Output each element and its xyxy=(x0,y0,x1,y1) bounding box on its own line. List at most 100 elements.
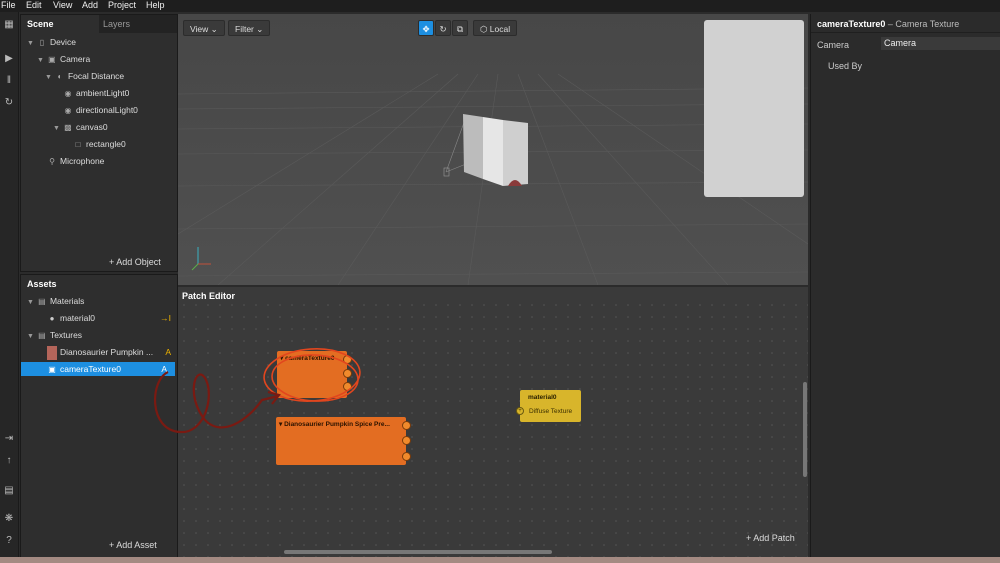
output-port[interactable] xyxy=(343,369,352,378)
light-icon: ◉ xyxy=(64,89,72,98)
bug-icon[interactable]: ❋ xyxy=(2,512,16,526)
sphere-icon: ● xyxy=(49,314,55,323)
collapse-arrow-icon[interactable]: ▼ xyxy=(27,299,34,306)
output-port[interactable] xyxy=(402,436,411,445)
inspector-title-type: – Camera Texture xyxy=(885,19,960,29)
local-toggle[interactable]: ⬡ Local xyxy=(473,20,518,36)
add-asset-button[interactable]: + Add Asset xyxy=(109,540,157,550)
tree-item-rectangle[interactable]: □ rectangle0 xyxy=(73,137,126,151)
local-label: Local xyxy=(489,24,511,34)
asset-badge: A xyxy=(165,347,171,357)
asset-label: Dianosaurier Pumpkin ... xyxy=(60,347,154,357)
tree-item-microphone[interactable]: ⚲ Microphone xyxy=(47,154,104,168)
view-dropdown[interactable]: View ⌄ xyxy=(183,20,225,36)
asset-label: material0 xyxy=(60,313,95,323)
tree-item-ambientlight[interactable]: ◉ ambientLight0 xyxy=(63,86,130,100)
canvas-icon: ▩ xyxy=(64,123,72,132)
collapse-arrow-icon[interactable]: ▼ xyxy=(53,125,60,132)
tree-item-canvas[interactable]: ▼ ▩ canvas0 xyxy=(53,120,108,134)
os-dock xyxy=(0,557,1000,563)
add-object-button[interactable]: + Add Object xyxy=(109,257,161,267)
tree-item-label: Camera xyxy=(59,54,91,64)
collapse-arrow-icon[interactable]: ▼ xyxy=(37,57,44,64)
input-port[interactable]: + xyxy=(516,407,524,415)
folder-label: Materials xyxy=(49,296,85,306)
camera-texture-node[interactable]: ▾ cameraTexture0 xyxy=(277,351,352,398)
camera-select[interactable]: Camera xyxy=(881,37,1000,50)
horizontal-scrollbar xyxy=(284,550,552,554)
menu-add[interactable]: Add xyxy=(82,0,98,11)
collapse-arrow-icon[interactable]: ▼ xyxy=(45,74,52,81)
scale-tool-icon[interactable]: ⧉ xyxy=(452,20,468,36)
image-thumbnail-icon: ■ xyxy=(47,346,57,360)
scene-panel: Scene Layers ▼ ▯ Device ▼ ▣ Camera ▼ ◐ Focal D… xyxy=(20,14,178,272)
menu-project[interactable]: Project xyxy=(108,0,136,11)
rotate-tool-icon[interactable]: ↻ xyxy=(435,20,451,36)
tree-item-label: directionalLight0 xyxy=(76,105,138,115)
layout-icon[interactable]: ▦ xyxy=(2,18,16,32)
patch-editor[interactable]: Patch Editor ▾ cameraTexture0 ▾ Dianosau… xyxy=(178,287,808,557)
device-icon: ▯ xyxy=(39,38,45,47)
patch-grid xyxy=(178,301,808,557)
folder-icon: ▤ xyxy=(38,331,46,340)
tree-item-camera[interactable]: ▼ ▣ Camera xyxy=(37,52,90,66)
tree-item-label: Focal Distance xyxy=(67,71,125,81)
add-folder-icon[interactable]: ▤ xyxy=(2,484,16,498)
inspector-panel: cameraTexture0 – Camera Texture Camera C… xyxy=(810,14,1000,557)
tab-layers[interactable]: Layers xyxy=(99,15,177,33)
divider xyxy=(811,32,1000,33)
tree-item-device[interactable]: ▼ ▯ Device xyxy=(27,35,76,49)
collapse-arrow-icon[interactable]: ▼ xyxy=(27,40,34,47)
help-icon[interactable]: ? xyxy=(2,534,16,548)
menu-view[interactable]: View xyxy=(53,0,72,11)
collapse-arrow-icon[interactable]: ▼ xyxy=(27,333,34,340)
enter-icon[interactable]: ⇥ xyxy=(2,432,16,446)
menu-help[interactable]: Help xyxy=(146,0,165,11)
upload-icon[interactable]: ↑ xyxy=(2,454,16,468)
inspector-title: cameraTexture0 – Camera Texture xyxy=(817,19,959,29)
sync-icon[interactable]: ↻ xyxy=(2,96,16,110)
tree-item-label: ambientLight0 xyxy=(76,88,130,98)
node-title: material0 xyxy=(528,394,557,401)
material-node[interactable]: material0 + Diffuse Texture xyxy=(516,390,581,422)
asset-pumpkin-texture[interactable]: ■ Dianosaurier Pumpkin ... A xyxy=(47,345,175,360)
menu-file[interactable]: File xyxy=(1,0,16,11)
tree-item-label: canvas0 xyxy=(75,122,108,132)
folder-label: Textures xyxy=(49,330,83,340)
filter-dropdown[interactable]: Filter ⌄ xyxy=(228,20,271,36)
used-by-label: Used By xyxy=(828,61,863,71)
menu-edit[interactable]: Edit xyxy=(26,0,42,11)
output-port[interactable] xyxy=(343,382,352,391)
camera-texture-icon: ▣ xyxy=(48,365,56,374)
device-preview xyxy=(704,20,804,197)
folder-materials[interactable]: ▼ ▤ Materials xyxy=(27,294,84,308)
connect-badge[interactable]: →I xyxy=(160,311,171,325)
camera-label: Camera xyxy=(817,40,850,50)
diffuse-texture-label: Diffuse Texture xyxy=(529,408,573,415)
asset-material0[interactable]: ● material0 →I xyxy=(47,311,175,325)
focal-distance-icon: ◐ xyxy=(57,72,63,81)
asset-camera-texture[interactable]: ▣ cameraTexture0 A xyxy=(21,362,175,376)
tab-scene[interactable]: Scene xyxy=(21,15,99,33)
folder-textures[interactable]: ▼ ▤ Textures xyxy=(27,328,82,342)
tree-item-label: rectangle0 xyxy=(86,139,126,149)
tree-item-label: Device xyxy=(49,37,76,47)
tree-item-directionallight[interactable]: ◉ directionalLight0 xyxy=(63,103,138,117)
pumpkin-texture-node[interactable]: ▾ Dianosaurier Pumpkin Spice Pre... xyxy=(276,417,411,465)
tree-item-focal-distance[interactable]: ▼ ◐ Focal Distance xyxy=(45,69,124,83)
menu-bar: File Edit View Add Project Help xyxy=(0,0,1000,12)
output-port[interactable] xyxy=(343,355,352,364)
asset-badge: A xyxy=(161,364,167,374)
columns-icon[interactable]: ‖ xyxy=(2,74,16,88)
assets-title: Assets xyxy=(27,279,57,289)
light-icon: ◉ xyxy=(64,106,72,115)
node-title: ▾ cameraTexture0 xyxy=(280,355,335,362)
video-icon[interactable]: ▶ xyxy=(2,52,16,66)
add-patch-button[interactable]: + Add Patch xyxy=(746,533,795,543)
camera-icon: ▣ xyxy=(48,55,56,64)
patch-editor-title: Patch Editor xyxy=(182,291,236,301)
assets-panel: Assets ▼ ▤ Materials ● material0 →I ▼ ▤ Textu… xyxy=(20,274,178,558)
output-port[interactable] xyxy=(402,452,411,461)
output-port[interactable] xyxy=(402,421,411,430)
move-tool-icon[interactable]: ✥ xyxy=(418,20,434,36)
